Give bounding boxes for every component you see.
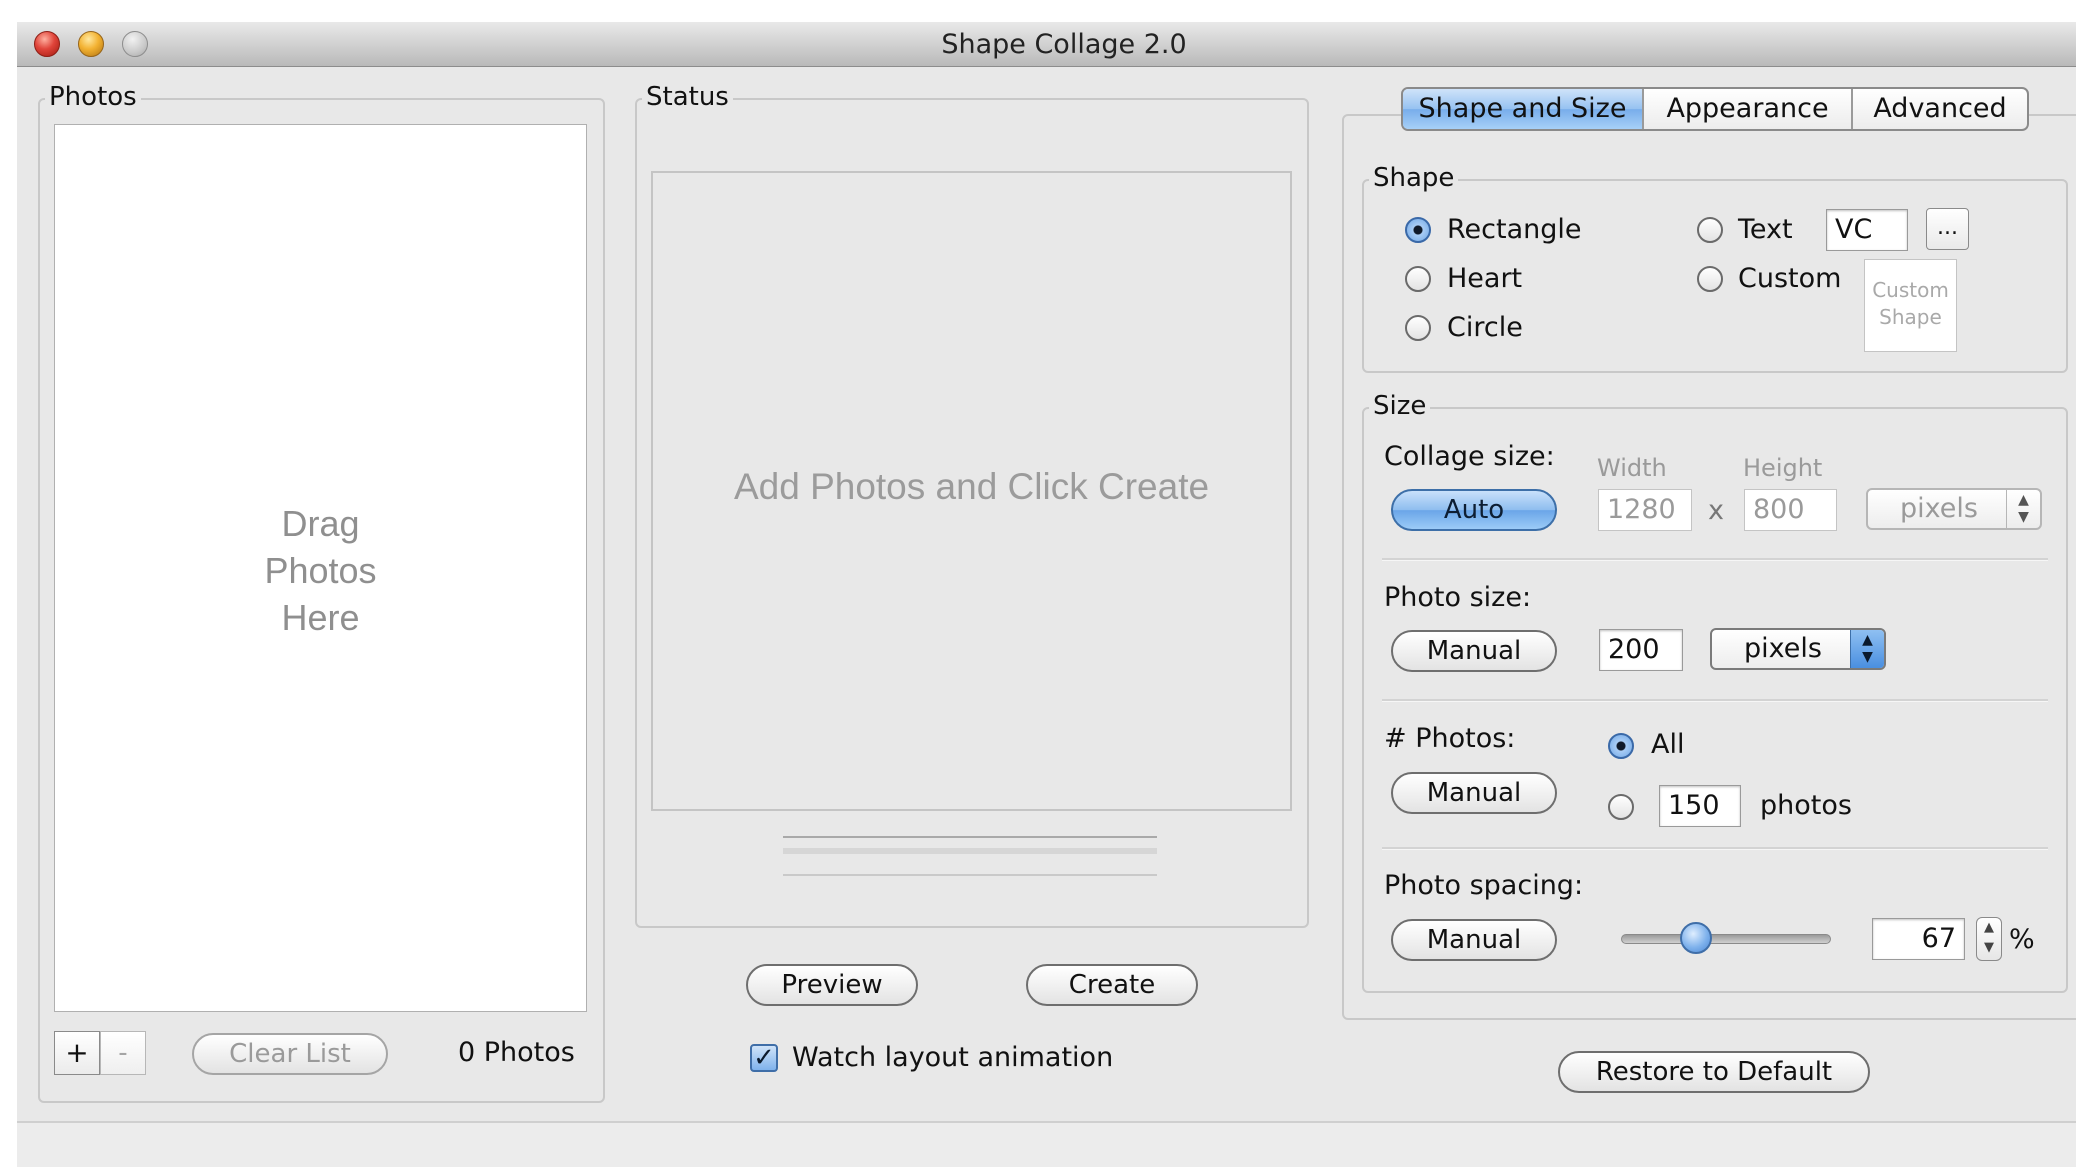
- width-label: Width: [1597, 454, 1667, 482]
- shape-text-input[interactable]: VC: [1826, 209, 1908, 251]
- height-label: Height: [1743, 454, 1823, 482]
- watch-animation-label: Watch layout animation: [792, 1042, 1114, 1073]
- shape-circle-radio[interactable]: [1405, 315, 1431, 341]
- stepper-arrows-icon: ▲ ▼: [1850, 630, 1884, 668]
- tab-appearance[interactable]: Appearance: [1644, 89, 1851, 129]
- shape-rectangle-label: Rectangle: [1447, 214, 1582, 245]
- shape-text-radio[interactable]: [1697, 217, 1723, 243]
- custom-shape-text: Shape: [1879, 305, 1942, 329]
- collage-preview-area: Add Photos and Click Create: [651, 171, 1292, 811]
- add-photo-button[interactable]: +: [54, 1031, 100, 1075]
- collage-size-label: Collage size:: [1384, 441, 1555, 472]
- photo-size-unit-value: pixels: [1744, 633, 1822, 664]
- watch-animation-checkbox[interactable]: ✓: [750, 1044, 778, 1072]
- num-photos-count-radio[interactable]: [1608, 794, 1634, 820]
- photo-size-label: Photo size:: [1384, 582, 1532, 613]
- drop-hint-line: Photos: [264, 550, 377, 591]
- collage-width-input[interactable]: 1280: [1598, 489, 1692, 531]
- restore-defaults-button[interactable]: Restore to Default: [1558, 1051, 1870, 1093]
- collage-size-auto-button[interactable]: Auto: [1391, 489, 1557, 531]
- status-bar: [17, 1123, 2076, 1167]
- custom-shape-text: Custom: [1872, 278, 1949, 302]
- collage-height-input[interactable]: 800: [1744, 489, 1837, 531]
- remove-photo-button[interactable]: -: [100, 1031, 146, 1075]
- collage-unit-value: pixels: [1900, 493, 1978, 524]
- drop-hint: Drag Photos Here: [55, 500, 586, 641]
- preview-button[interactable]: Preview: [746, 964, 918, 1006]
- times-label: x: [1708, 495, 1724, 526]
- shape-custom-label: Custom: [1738, 263, 1842, 294]
- shape-group-label: Shape: [1369, 163, 1459, 193]
- shape-heart-radio[interactable]: [1405, 266, 1431, 292]
- clear-list-button[interactable]: Clear List: [192, 1033, 388, 1075]
- spacing-stepper-icon[interactable]: ▲ ▼: [1976, 917, 2002, 961]
- font-ellipsis-button[interactable]: ...: [1926, 208, 1969, 250]
- drop-hint-line: Drag: [281, 503, 360, 544]
- title-bar[interactable]: Shape Collage 2.0: [17, 22, 2076, 67]
- progress-track: [783, 848, 1157, 854]
- shape-text-label: Text: [1738, 214, 1793, 245]
- photo-size-manual-button[interactable]: Manual: [1391, 630, 1557, 672]
- photo-spacing-manual-button[interactable]: Manual: [1391, 919, 1557, 961]
- photo-count: 0 Photos: [458, 1037, 575, 1068]
- spacing-slider-track[interactable]: [1621, 934, 1831, 944]
- drop-hint-line: Here: [281, 597, 360, 638]
- num-photos-count-input[interactable]: 150: [1659, 785, 1741, 827]
- photo-size-input[interactable]: 200: [1599, 629, 1683, 671]
- size-group-label: Size: [1369, 391, 1431, 421]
- custom-shape-well[interactable]: Custom Shape: [1864, 259, 1957, 352]
- create-button[interactable]: Create: [1026, 964, 1198, 1006]
- status-group-label: Status: [642, 82, 733, 112]
- separator: [1382, 699, 2048, 702]
- shape-heart-label: Heart: [1447, 263, 1523, 294]
- photo-drop-area[interactable]: Drag Photos Here: [54, 124, 587, 1012]
- preview-hint: Add Photos and Click Create: [733, 466, 1210, 507]
- photo-spacing-label: Photo spacing:: [1384, 870, 1584, 901]
- num-photos-manual-button[interactable]: Manual: [1391, 772, 1557, 814]
- num-photos-label: # Photos:: [1384, 723, 1516, 754]
- collage-unit-select[interactable]: pixels ▲ ▼: [1866, 488, 2042, 530]
- separator: [1382, 558, 2048, 561]
- num-photos-unit-label: photos: [1760, 790, 1852, 821]
- spacing-slider-knob[interactable]: [1679, 922, 1712, 954]
- photo-spacing-unit: %: [2009, 924, 2035, 955]
- photos-group-label: Photos: [45, 82, 141, 112]
- shape-circle-label: Circle: [1447, 312, 1523, 343]
- stepper-arrows-icon: ▲ ▼: [2006, 490, 2040, 528]
- shape-rectangle-radio[interactable]: [1405, 217, 1431, 243]
- shape-custom-radio[interactable]: [1697, 266, 1723, 292]
- settings-tabbar: Shape and Size Appearance Advanced: [1401, 87, 2029, 131]
- window-title: Shape Collage 2.0: [941, 29, 1187, 60]
- tab-shape-and-size[interactable]: Shape and Size: [1403, 89, 1642, 129]
- photo-spacing-input[interactable]: 67: [1872, 918, 1965, 960]
- photo-size-unit-select[interactable]: pixels ▲ ▼: [1710, 628, 1886, 670]
- tab-advanced[interactable]: Advanced: [1853, 89, 2027, 129]
- separator: [1382, 847, 2048, 850]
- progress-bar: [783, 836, 1157, 876]
- num-photos-all-label: All: [1651, 729, 1685, 760]
- num-photos-all-radio[interactable]: [1608, 733, 1634, 759]
